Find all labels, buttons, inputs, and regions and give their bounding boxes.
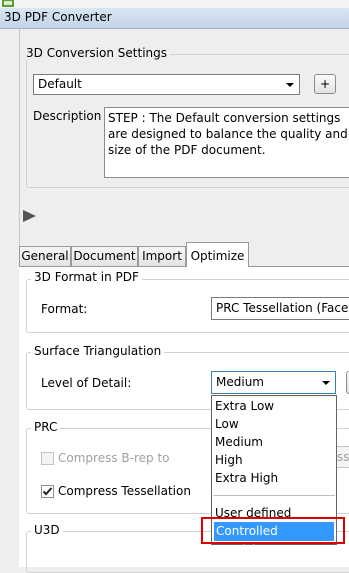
- preset-select[interactable]: Default: [33, 74, 300, 95]
- title-bar: 3D PDF Converter: [0, 8, 349, 29]
- top-strip: [0, 0, 349, 8]
- lod-option-extra-high[interactable]: Extra High: [215, 469, 278, 487]
- compress-tessellation-label: Compress Tessellation: [58, 484, 191, 498]
- lod-option-medium[interactable]: Medium: [215, 433, 263, 451]
- compress-brep-label: Compress B-rep to: [58, 451, 170, 465]
- u3d-legend: U3D: [31, 523, 63, 537]
- add-preset-label: +: [319, 77, 331, 91]
- tab-general[interactable]: General: [19, 246, 71, 266]
- lod-value: Medium: [216, 375, 264, 389]
- add-preset-button[interactable]: +: [314, 74, 336, 94]
- compress-tessellation-checkbox[interactable]: [41, 485, 54, 498]
- tab-import[interactable]: Import: [138, 246, 186, 266]
- preset-value: Default: [38, 77, 82, 91]
- lod-select[interactable]: Medium: [211, 371, 336, 394]
- selection-highlight-box: [201, 517, 345, 544]
- prc-legend: PRC: [31, 420, 61, 434]
- chevron-down-icon: [286, 83, 294, 87]
- tab-document[interactable]: Document: [71, 246, 138, 266]
- lod-option-high[interactable]: High: [215, 451, 243, 469]
- lod-option-separator: [213, 495, 335, 496]
- description-label: Description: [33, 109, 102, 123]
- checkmark-icon: [42, 487, 53, 496]
- compress-brep-checkbox[interactable]: [41, 452, 54, 465]
- tab-optimize[interactable]: Optimize: [186, 242, 249, 267]
- lod-label: Level of Detail:: [41, 376, 132, 390]
- compress-brep-value: ssi: [337, 450, 349, 464]
- lod-option-extra-low[interactable]: Extra Low: [215, 397, 274, 415]
- description-text: STEP : The Default conversion settings a…: [104, 107, 349, 178]
- window-title: 3D PDF Converter: [4, 10, 112, 24]
- format-select[interactable]: PRC Tessellation (Faceted): [211, 297, 349, 320]
- format-label: Format:: [41, 302, 88, 316]
- format-group-legend: 3D Format in PDF: [31, 270, 142, 284]
- lod-option-low[interactable]: Low: [215, 415, 239, 433]
- play-icon[interactable]: [22, 209, 38, 223]
- surface-triangulation-legend: Surface Triangulation: [31, 344, 165, 358]
- chevron-down-icon: [322, 381, 330, 385]
- conversion-settings-legend: 3D Conversion Settings: [23, 46, 170, 60]
- format-value: PRC Tessellation (Faceted): [216, 301, 349, 315]
